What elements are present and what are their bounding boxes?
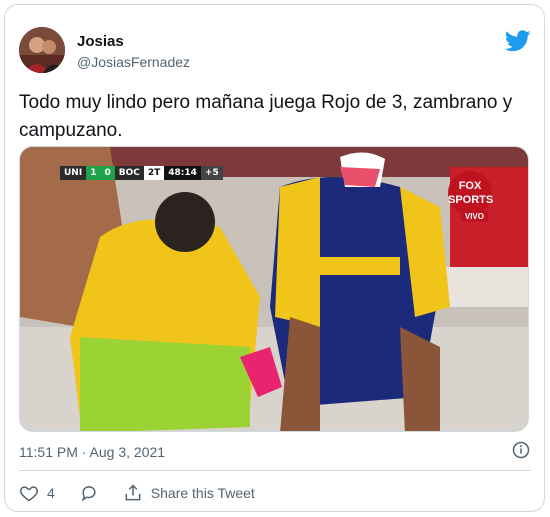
- reply-button[interactable]: [79, 483, 99, 503]
- avatar[interactable]: [19, 27, 65, 73]
- twitter-bird-icon[interactable]: [505, 30, 531, 52]
- scorebug: UNI 1 0 BOC 2T 48:14 +5: [60, 165, 223, 181]
- live-label: VIVO: [460, 211, 488, 222]
- author-name[interactable]: Josias: [77, 33, 124, 50]
- scorebug-away: BOC: [114, 166, 144, 180]
- broadcaster-logo: FOX SPORTS: [448, 171, 494, 215]
- tweet-timestamp[interactable]: 11:51 PM · Aug 3, 2021: [19, 444, 165, 460]
- avatar-image: [19, 27, 65, 73]
- info-icon[interactable]: [512, 441, 530, 459]
- scorebug-away-score: 0: [100, 166, 115, 180]
- like-count: 4: [47, 485, 55, 501]
- reply-icon: [81, 486, 96, 502]
- like-button[interactable]: 4: [19, 483, 55, 503]
- tweet-media-image[interactable]: UNI 1 0 BOC 2T 48:14 +5 FOX SPORTS VIVO: [19, 146, 529, 432]
- share-button[interactable]: Share this Tweet: [123, 483, 255, 503]
- heart-icon: [19, 486, 39, 502]
- scorebug-added: +5: [200, 166, 223, 180]
- share-icon: [125, 484, 141, 501]
- broadcaster-text: FOX SPORTS: [448, 180, 494, 206]
- tweet-actions: 4 Share this Tweet: [19, 482, 279, 504]
- tweet-text: Todo muy lindo pero mañana juega Rojo de…: [19, 92, 513, 141]
- share-label: Share this Tweet: [150, 485, 255, 501]
- scorebug-clock: 48:14: [164, 166, 201, 180]
- scorebug-home: UNI: [60, 166, 87, 180]
- divider: [19, 470, 531, 471]
- scorebug-period: 2T: [143, 166, 165, 180]
- author-handle[interactable]: @JosiasFernadez: [77, 54, 190, 70]
- scorebug-home-score: 1: [86, 166, 101, 180]
